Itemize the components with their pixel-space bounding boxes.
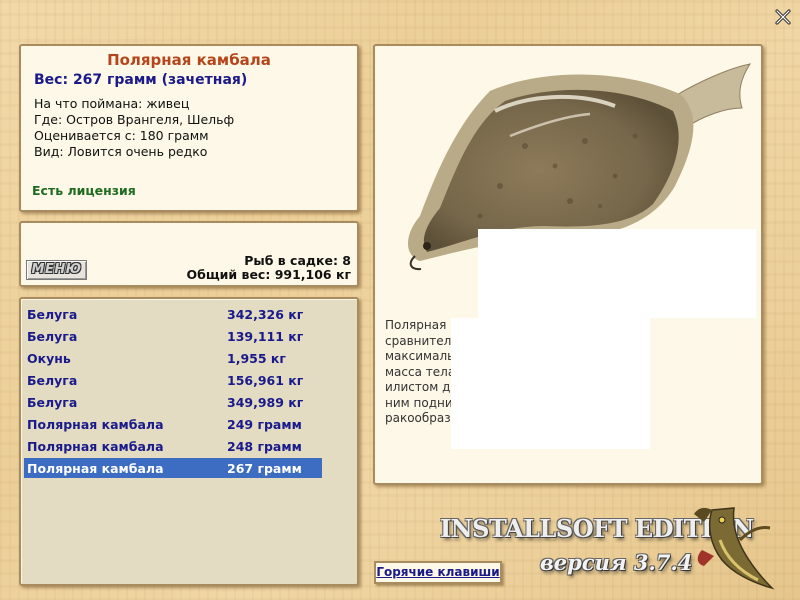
list-item[interactable]: Белуга 342,326 кг <box>24 304 322 324</box>
list-item[interactable]: Окунь 1,955 кг <box>24 348 322 368</box>
fish-description: Полярная кам тся сравнительно зловых, ма… <box>375 318 761 449</box>
info-location: Где: Остров Врангеля, Шельф <box>34 112 235 127</box>
catch-weight: 1,955 кг <box>227 351 286 366</box>
catch-weight: 248 грамм <box>227 439 302 454</box>
hotkeys-button[interactable]: Горячие клавиши <box>374 561 502 584</box>
catch-name: Белуга <box>27 307 78 322</box>
license-status: Есть лицензия <box>32 183 136 198</box>
list-item[interactable]: Полярная камбала 249 грамм <box>24 414 322 434</box>
catch-weight: 267 грамм <box>227 461 302 476</box>
catch-weight: 349,989 кг <box>227 395 304 410</box>
fish-info-panel: Полярная камбала Вес: 267 грамм (зачетна… <box>19 44 359 212</box>
fish-image-panel: Полярная кам тся сравнительно зловых, ма… <box>373 44 763 485</box>
catch-name: Белуга <box>27 329 78 344</box>
info-bait: На что поймана: живец <box>34 96 190 111</box>
image-occlusion <box>478 229 756 329</box>
catch-name: Белуга <box>27 373 78 388</box>
catch-weight: 249 грамм <box>227 417 302 432</box>
list-item[interactable]: Белуга 156,961 кг <box>24 370 322 390</box>
fish-weight: Вес: 267 грамм (зачетная) <box>34 72 248 88</box>
pike-fish-icon <box>694 507 775 590</box>
info-min-weight: Оценивается с: 180 грамм <box>34 128 209 143</box>
info-rarity: Вид: Ловится очень редко <box>34 144 208 159</box>
list-item-selected[interactable]: Полярная камбала 267 грамм <box>24 458 322 478</box>
keepnet-stats-panel: МЕНЮ Рыб в садке: 8 Общий вес: 991,106 к… <box>19 221 359 287</box>
catch-name: Окунь <box>27 351 71 366</box>
list-item[interactable]: Полярная камбала 248 грамм <box>24 436 322 456</box>
fish-count: Рыб в садке: 8 <box>244 253 351 268</box>
version-label: версия 3.7.4 <box>540 550 693 575</box>
description-occlusion <box>451 318 650 449</box>
list-item[interactable]: Белуга 139,111 кг <box>24 326 322 346</box>
catch-list-panel: Белуга 342,326 кг Белуга 139,111 кг Окун… <box>19 297 359 586</box>
close-x-icon[interactable] <box>774 8 792 26</box>
fish-title: Полярная камбала <box>107 51 271 69</box>
list-item[interactable]: Белуга 349,989 кг <box>24 392 322 412</box>
catch-weight: 139,111 кг <box>227 329 304 344</box>
edition-label: INSTALLSOFT EDITION <box>440 514 754 543</box>
catch-name: Полярная камбала <box>27 461 164 476</box>
catch-name: Белуга <box>27 395 78 410</box>
catch-name: Полярная камбала <box>27 439 164 454</box>
menu-button[interactable]: МЕНЮ <box>26 260 87 280</box>
catch-name: Полярная камбала <box>27 417 164 432</box>
catch-weight: 156,961 кг <box>227 373 304 388</box>
catch-weight: 342,326 кг <box>227 307 304 322</box>
total-weight: Общий вес: 991,106 кг <box>186 267 352 282</box>
